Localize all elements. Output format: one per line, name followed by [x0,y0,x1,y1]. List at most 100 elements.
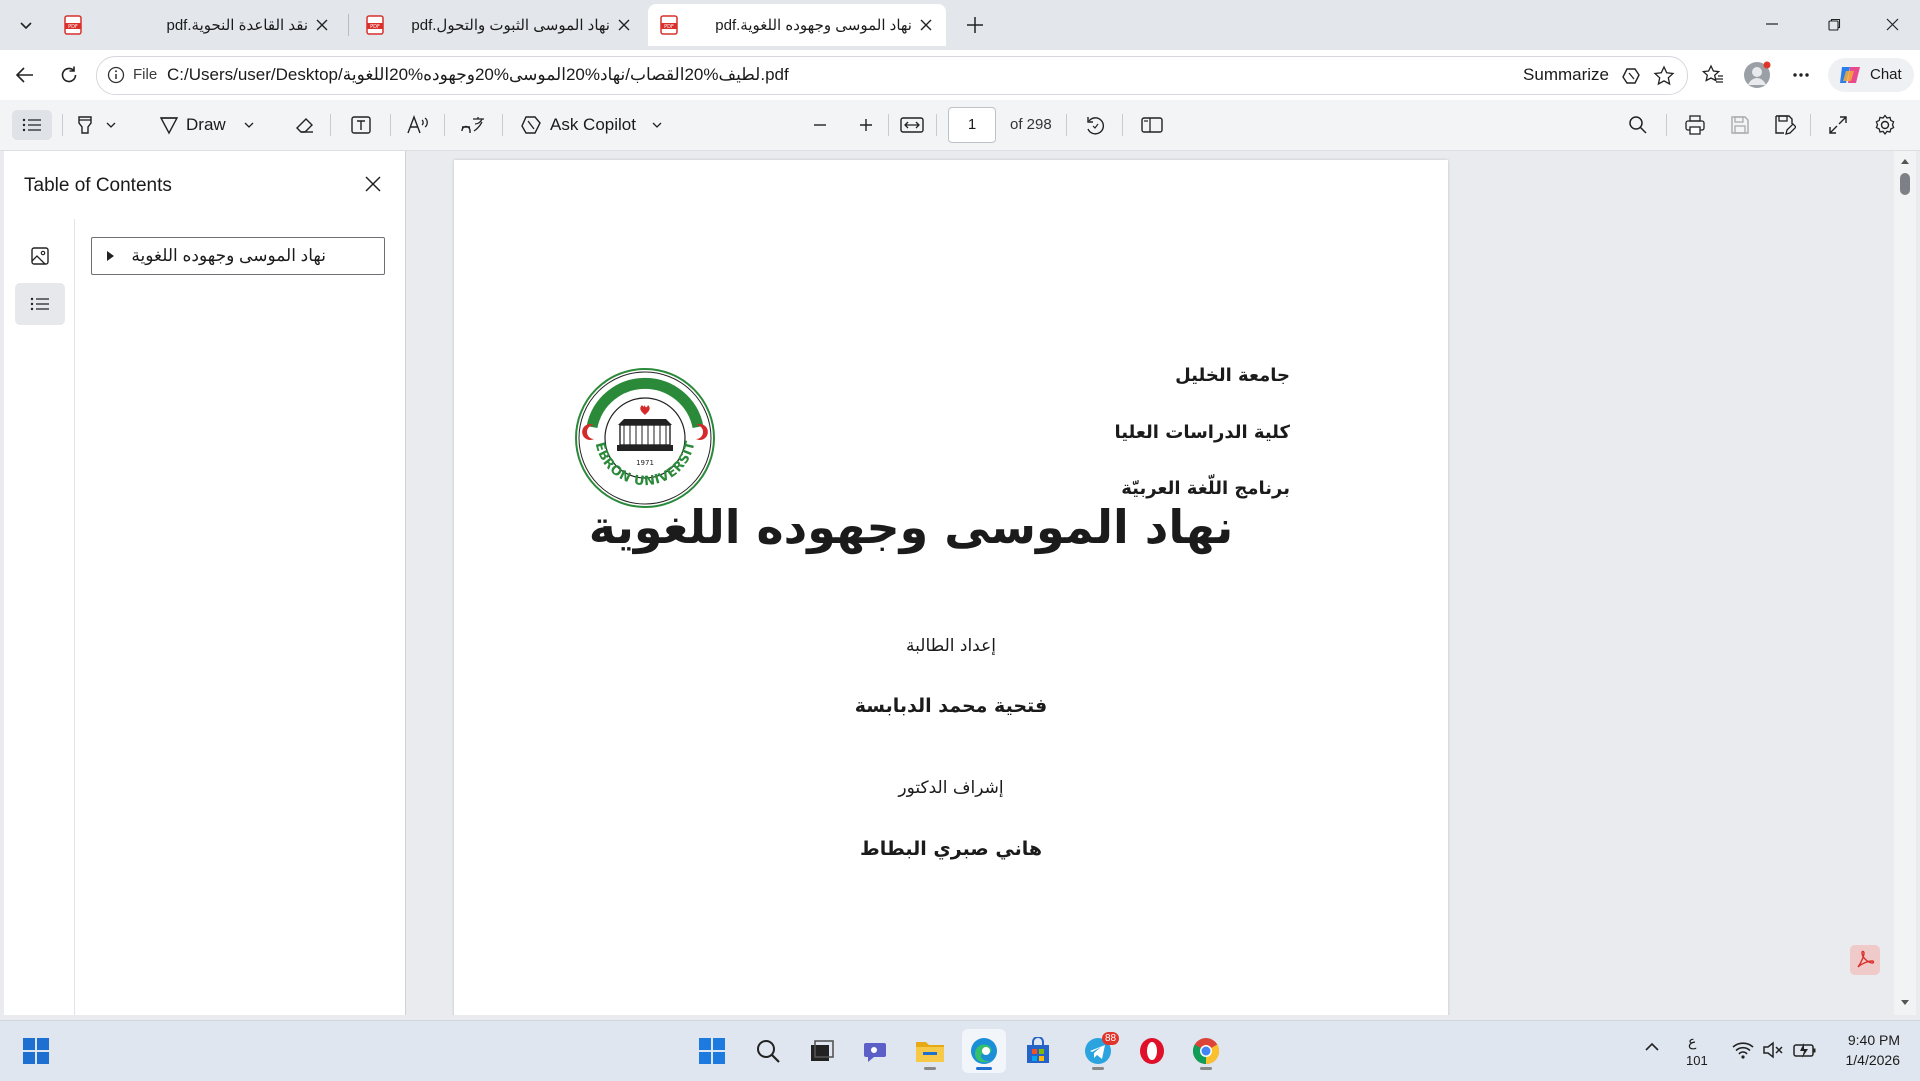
input-language-code: 101 [1686,1053,1708,1068]
full-screen-button[interactable] [1828,110,1848,140]
star-icon[interactable] [1653,65,1675,87]
chevron-down-icon[interactable] [244,121,254,129]
show-hidden-icons-button[interactable] [1644,1041,1660,1053]
page-number-input[interactable]: 1 [948,107,996,143]
edge-app[interactable] [962,1029,1006,1073]
pdf-page: جامعة الخليل كلية الدراسات العليا برنامج… [454,160,1448,1015]
minimize-button[interactable] [1744,0,1800,48]
svg-text:PDF: PDF [664,24,674,30]
caret-right-icon[interactable] [106,250,115,262]
profile-button[interactable] [1740,59,1774,91]
page-view-button[interactable] [1140,110,1164,140]
divider [62,114,63,136]
restore-button[interactable] [1806,0,1862,48]
new-tab-button[interactable] [958,9,992,41]
page-count-label: of 298 [1010,116,1052,133]
add-text-button[interactable] [350,110,372,140]
url-text[interactable]: C:/Users/user/Desktop/لطيف%20القصاب/نهاد… [167,65,789,85]
close-window-button[interactable] [1864,0,1920,48]
save-as-button[interactable] [1774,110,1796,140]
college-name: كلية الدراسات العليا [1114,422,1290,443]
rotate-button[interactable] [1084,110,1106,140]
ask-copilot-button[interactable]: Ask Copilot [520,110,662,140]
tab-1[interactable]: PDF نقد القاعدة النحوية.pdf [52,4,342,46]
zoom-in-button[interactable] [858,110,874,140]
svg-text:PDF: PDF [370,24,380,30]
save-button[interactable] [1730,110,1750,140]
draw-label: Draw [186,115,226,134]
translate-button[interactable] [460,110,486,140]
file-explorer-app[interactable] [908,1029,952,1073]
settings-button[interactable] [1874,110,1896,140]
task-view-icon [809,1039,835,1063]
document-title: نهاد الموسى وجهوده اللغوية [588,500,1234,554]
divider [1810,114,1811,136]
battery-icon[interactable] [1792,1041,1818,1059]
close-icon[interactable] [312,15,332,35]
list-icon [22,117,42,133]
close-panel-button[interactable] [358,169,388,199]
thumbnails-button[interactable] [15,235,65,277]
chevron-down-icon[interactable] [652,121,662,129]
close-icon[interactable] [614,15,634,35]
scrollbar-thumb[interactable] [1900,173,1910,195]
arrow-left-icon [15,65,35,85]
clock-date[interactable]: 1/4/2026 [1834,1052,1901,1068]
back-button[interactable] [8,59,42,91]
acrobat-button[interactable] [1850,945,1880,975]
draw-button[interactable]: Draw [158,110,254,140]
highlight-button[interactable] [74,110,116,140]
zoom-out-button[interactable] [812,110,828,140]
read-aloud-button[interactable] [406,110,430,140]
image-icon [30,246,50,266]
chevron-down-icon[interactable] [106,121,116,129]
copilot-chat-button[interactable]: Chat [1828,58,1914,92]
vertical-scrollbar[interactable] [1894,151,1916,1015]
volume-muted-icon[interactable] [1762,1041,1784,1059]
summarize-button[interactable]: Summarize [1523,65,1609,85]
scroll-down-icon[interactable] [1900,999,1910,1007]
divider [444,114,445,136]
taskbar-start-button[interactable] [690,1029,734,1073]
address-bar-row: File C:/Users/user/Desktop/لطيف%20القصاب… [0,50,1920,100]
tab-2[interactable]: PDF نهاد الموسى الثبوت والتحول.pdf [354,4,644,46]
close-icon[interactable] [916,15,936,35]
minus-icon [812,117,828,133]
info-icon[interactable] [107,66,125,84]
wifi-icon[interactable] [1732,1041,1754,1059]
favorites-button[interactable] [1696,59,1730,91]
input-language[interactable]: ع [1688,1033,1696,1050]
chrome-app[interactable] [1184,1029,1228,1073]
divider [502,114,503,136]
start-button[interactable] [14,1029,58,1073]
copilot-icon[interactable] [1621,65,1643,87]
fit-to-width-button[interactable] [900,110,924,140]
panel-title: Table of Contents [24,175,172,196]
opera-app[interactable] [1130,1029,1174,1073]
pdf-file-icon: PDF [366,15,384,35]
erase-button[interactable] [294,110,316,140]
scroll-up-icon[interactable] [1900,157,1910,165]
clock-time[interactable]: 9:40 PM [1834,1032,1900,1048]
running-indicator [976,1067,992,1070]
store-app[interactable] [1016,1029,1060,1073]
task-view-button[interactable] [800,1029,844,1073]
pdf-file-icon: PDF [660,15,678,35]
refresh-button[interactable] [52,59,86,91]
outline-button[interactable] [15,283,65,325]
table-of-contents-button[interactable] [12,110,52,140]
address-box[interactable]: File C:/Users/user/Desktop/لطيف%20القصاب… [96,56,1688,95]
print-button[interactable] [1684,110,1706,140]
tab-title: نقد القاعدة النحوية.pdf [166,17,309,34]
teams-app[interactable] [854,1029,898,1073]
tab-actions-button[interactable] [8,9,44,41]
running-indicator [1092,1067,1104,1070]
document-viewport[interactable]: جامعة الخليل كلية الدراسات العليا برنامج… [406,151,1890,1015]
telegram-app[interactable]: 88 [1076,1029,1120,1073]
taskbar-search-button[interactable] [746,1029,790,1073]
tab-3-active[interactable]: PDF نهاد الموسى وجهوده اللغوية.pdf [648,4,946,46]
more-menu-button[interactable] [1784,59,1818,91]
chevron-up-icon [1644,1041,1660,1053]
search-button[interactable] [1628,110,1648,140]
toc-item[interactable]: نهاد الموسى وجهوده اللغوية [91,237,385,275]
